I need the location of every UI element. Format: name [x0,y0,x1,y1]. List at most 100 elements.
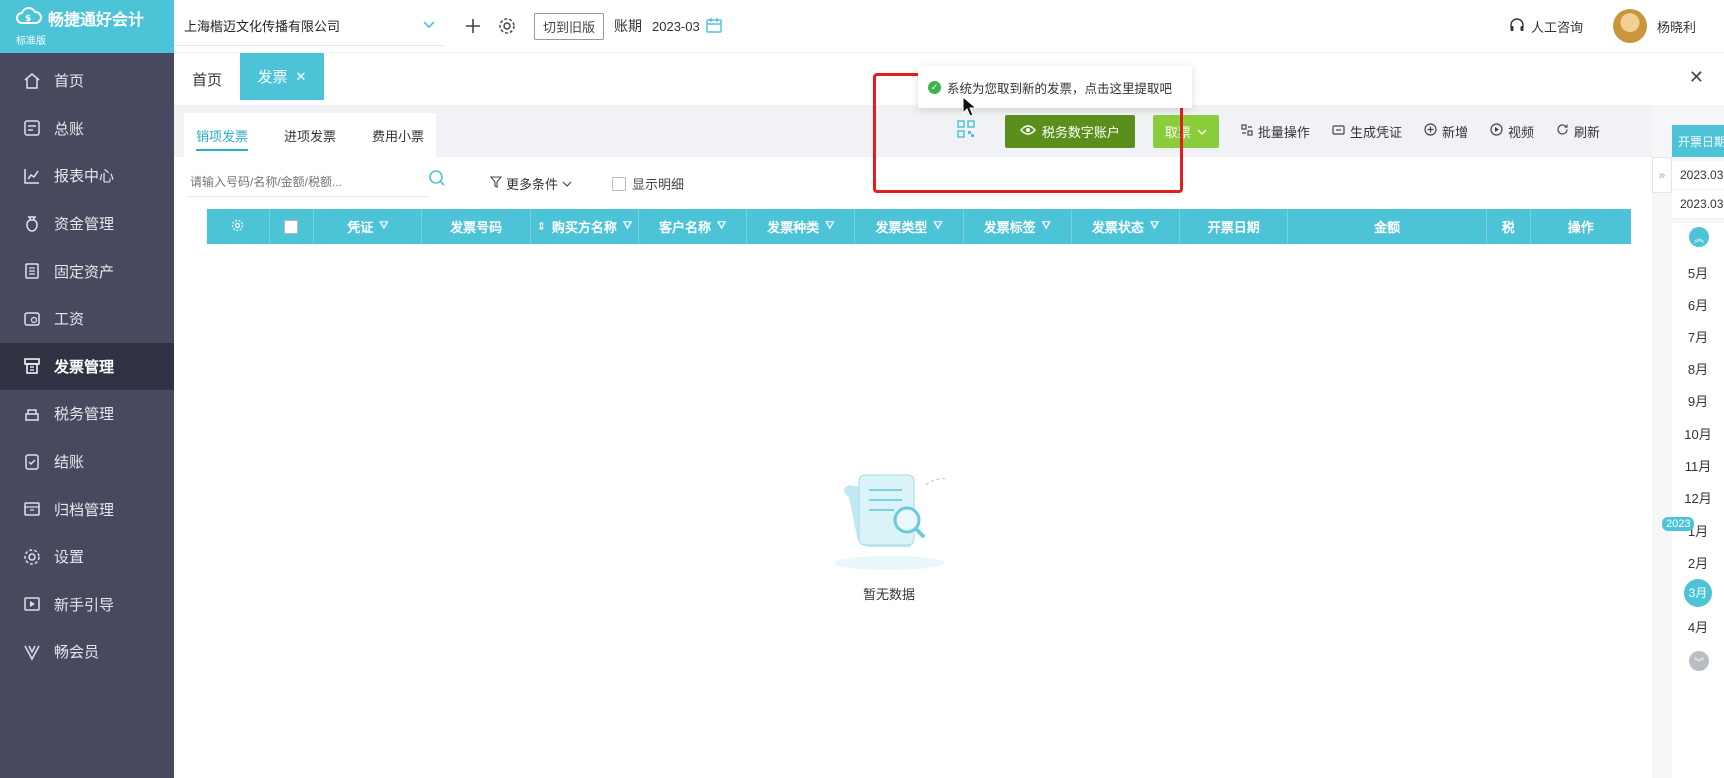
date-end[interactable]: 2023.03 [1672,190,1724,219]
avatar[interactable] [1612,9,1647,43]
sidebar-item-ledger[interactable]: 总账 [0,105,174,153]
voucher-icon [1332,124,1345,139]
brand-header[interactable]: $ 畅捷通好会计 标准版 [0,0,174,53]
close-icon[interactable]: ✕ [296,69,307,85]
tab-invoice[interactable]: 发票 ✕ [240,53,324,100]
generate-voucher-button[interactable]: 生成凭证 [1332,122,1402,141]
switch-old-version-button[interactable]: 切到旧版 [534,12,605,40]
active-month-label: 3月 [1684,579,1712,607]
gear-icon[interactable] [496,15,518,37]
month-item[interactable]: 6月 [1672,295,1724,314]
sidebar-item-label: 畅会员 [54,644,100,662]
chevron-up-icon[interactable]: ︽ [1689,227,1709,247]
column-header[interactable]: 税 [1487,209,1531,244]
month-item[interactable]: 2月 [1672,553,1724,572]
month-item[interactable]: 7月 [1672,327,1724,346]
month-item[interactable]: 12月 [1672,488,1724,507]
search-icon[interactable] [428,169,446,190]
tab-invoice-label: 发票 [257,69,288,86]
month-item[interactable]: 11月 [1672,456,1724,475]
sidebar-item-fixed-assets[interactable]: 固定资产 [0,247,174,295]
month-item[interactable]: 10月 [1672,424,1724,443]
new-invoice-notice[interactable]: ✓ 系统为您取到新的发票，点击这里提取吧 [918,66,1192,108]
sidebar-item-invoice-management[interactable]: 发票管理 [0,342,174,391]
search-input[interactable] [188,167,428,197]
filter-icon[interactable]: ⛛ [1042,220,1051,233]
date-start[interactable]: 2023.03 [1672,161,1724,190]
column-header[interactable]: 凭证 ⛛ [314,209,423,244]
close-all-tabs-icon[interactable]: ✕ [1689,67,1704,88]
month-item-active[interactable]: 3月 [1672,579,1724,607]
month-item[interactable]: 4月 [1672,617,1724,636]
column-header[interactable]: 发票号码 [422,209,531,244]
period-value[interactable]: 2023-03 [652,19,700,34]
guide-icon [22,594,42,614]
video-button[interactable]: 视频 [1490,122,1534,141]
more-filter-dropdown[interactable]: 更多条件 [489,174,572,193]
main-content: 销项发票 进项发票 费用小票 税务数字账户 取票 批量操作 生成凭证 新增 视频 [174,105,1652,778]
column-header[interactable]: 发票标签 ⛛ [964,209,1072,244]
month-item[interactable]: 5月 [1672,263,1724,282]
batch-operation-button[interactable]: 批量操作 [1241,122,1310,141]
filter-icon[interactable]: ⛛ [825,220,834,233]
sidebar-item-home[interactable]: 首页 [0,57,174,105]
show-detail-label: 显示明细 [632,177,685,192]
company-selector[interactable]: 上海楷迈文化传播有限公司 [174,6,444,46]
column-header[interactable]: 开票日期 [1180,209,1289,244]
column-header[interactable]: ⇕ 购买方名称 ⛛ [531,209,639,244]
tab-expense-receipt[interactable]: 费用小票 [372,113,424,157]
tab-sales-invoice[interactable]: 销项发票 [196,113,249,157]
sidebar-item-label: 新手引导 [54,596,115,614]
sidebar-item-funds[interactable]: 资金管理 [0,200,174,248]
sidebar-item-label: 设置 [54,549,85,567]
date-range: 2023.03 2023.03 [1672,161,1724,219]
chevron-down-icon[interactable]: ︾ [1689,651,1709,671]
filter-icon[interactable]: ⛛ [1150,220,1159,233]
calendar-icon[interactable] [706,17,722,36]
user-name[interactable]: 杨晓利 [1657,17,1696,36]
more-filter-label: 更多条件 [506,177,559,192]
checkbox[interactable] [612,176,626,191]
sidebar-item-guide[interactable]: 新手引导 [0,581,174,629]
column-header[interactable]: 客户名称 ⛛ [639,209,748,244]
checkout-icon [22,452,42,472]
tab-home[interactable]: 首页 [192,69,222,90]
expand-panel-icon[interactable]: » [1652,157,1672,193]
column-label: 金额 [1374,220,1401,235]
sidebar-item-reports[interactable]: 报表中心 [0,152,174,200]
column-header[interactable]: 发票种类 ⛛ [747,209,856,244]
select-all-checkbox[interactable] [284,219,299,234]
sidebar-item-checkout[interactable]: 结账 [0,438,174,486]
show-detail-checkbox[interactable]: 显示明细 [612,174,684,193]
month-item[interactable]: 9月 [1672,391,1724,410]
sidebar-item-label: 工资 [54,311,85,329]
column-label: 客户名称 [658,220,711,235]
empty-state: 暂无数据 [814,455,964,603]
sidebar-item-vip[interactable]: 畅会员 [0,628,174,676]
consult-link[interactable]: 人工咨询 [1531,17,1583,36]
select-all-cell[interactable] [270,209,315,244]
filter-icon[interactable]: ⛛ [717,220,726,233]
tab-purchase-invoice[interactable]: 进项发票 [284,113,336,157]
filter-icon[interactable]: ⛛ [623,220,632,233]
home-icon [22,71,42,91]
sort-icon[interactable]: ⇕ [537,220,546,233]
column-header[interactable]: 发票类型 ⛛ [855,209,964,244]
month-item[interactable]: 8月 [1672,359,1724,378]
sidebar-item-settings[interactable]: 设置 [0,533,174,581]
tax-icon [22,404,42,424]
add-button[interactable]: 新增 [1424,122,1468,141]
sidebar-item-salary[interactable]: 工资 [0,295,174,343]
plus-icon[interactable] [462,15,484,37]
sidebar-item-archive[interactable]: 归档管理 [0,485,174,533]
column-header[interactable]: 操作 [1531,209,1631,244]
filter-icon[interactable]: ⛛ [933,220,942,233]
column-settings-cell[interactable] [207,209,270,244]
gear-icon[interactable] [231,219,244,235]
filter-icon[interactable]: ⛛ [379,220,388,233]
column-header[interactable]: 金额 [1288,209,1487,244]
notice-text: 系统为您取到新的发票，点击这里提取吧 [947,81,1173,96]
refresh-button[interactable]: 刷新 [1556,122,1600,141]
sidebar-item-tax[interactable]: 税务管理 [0,390,174,438]
column-header[interactable]: 发票状态 ⛛ [1072,209,1181,244]
